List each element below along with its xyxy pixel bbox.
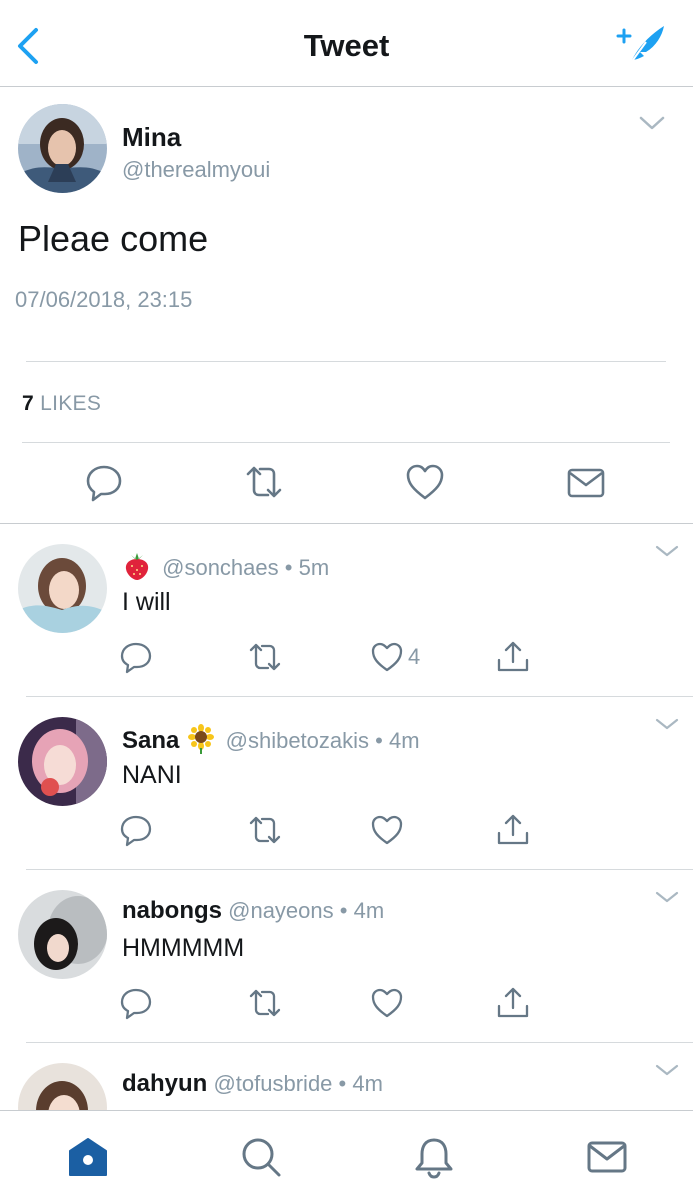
retweet-icon[interactable] <box>244 462 284 502</box>
separator-dot: • <box>339 898 348 923</box>
separator-dot: • <box>284 555 293 580</box>
tweet-text: Pleae come <box>18 218 209 259</box>
tweet-timestamp: 07/06/2018, 23:15 <box>15 287 193 312</box>
compose-tweet-icon[interactable] <box>612 20 668 68</box>
search-icon[interactable] <box>239 1135 283 1179</box>
retweet-icon[interactable] <box>248 986 282 1020</box>
author-handle[interactable]: @therealmyoui <box>122 157 270 183</box>
reply-time: 5m <box>298 555 330 580</box>
reply-text: NANI <box>122 761 182 789</box>
heart-icon[interactable] <box>370 813 404 847</box>
heart-icon[interactable] <box>405 462 445 502</box>
home-icon[interactable] <box>66 1135 110 1179</box>
reply-icon[interactable] <box>119 986 153 1020</box>
retweet-icon[interactable] <box>248 640 282 674</box>
strawberry-icon <box>125 553 149 580</box>
reply-author-handle[interactable]: @sonchaes <box>162 555 279 580</box>
likes-label: LIKES <box>40 392 102 415</box>
avatar[interactable] <box>18 717 107 806</box>
notifications-icon[interactable] <box>412 1135 456 1179</box>
share-icon[interactable] <box>496 640 530 674</box>
share-icon[interactable] <box>496 813 530 847</box>
separator-dot: • <box>338 1071 347 1096</box>
heart-icon[interactable] <box>370 640 404 674</box>
page-title: Tweet <box>303 28 390 63</box>
reply-time: 4m <box>388 728 420 753</box>
chevron-down-icon[interactable] <box>638 114 666 132</box>
like-count: 4 <box>408 644 421 669</box>
reply-tweet[interactable]: @sonchaes • 5m I will 4 <box>0 524 693 697</box>
avatar[interactable] <box>18 544 107 633</box>
reply-author-name[interactable]: Sana <box>122 727 179 754</box>
reply-icon[interactable] <box>84 462 124 502</box>
reply-author-name[interactable]: dahyun <box>122 1070 207 1097</box>
divider <box>26 361 666 362</box>
likes-count: 7 <box>22 392 34 415</box>
messages-icon[interactable] <box>585 1135 629 1179</box>
reply-author-handle[interactable]: @nayeons <box>228 898 334 923</box>
tweet-actions <box>0 462 693 506</box>
reply-text: HMMMMM <box>122 934 245 962</box>
retweet-icon[interactable] <box>248 813 282 847</box>
reply-tweet[interactable]: nabongs @nayeons • 4m HMMMMM <box>0 870 693 1043</box>
reply-author-handle[interactable]: @tofusbride <box>213 1071 332 1096</box>
reply-author-handle[interactable]: @shibetozakis <box>226 728 369 753</box>
direct-message-icon[interactable] <box>566 462 606 502</box>
reply-author-name[interactable]: nabongs <box>122 897 222 924</box>
chevron-down-icon[interactable] <box>654 1063 680 1077</box>
likes-summary[interactable]: 7 LIKES <box>22 392 101 416</box>
chevron-down-icon[interactable] <box>654 890 680 904</box>
sunflower-icon <box>187 724 214 754</box>
reply-time: 4m <box>353 898 385 923</box>
heart-icon[interactable] <box>370 986 404 1020</box>
avatar[interactable] <box>18 104 107 193</box>
chevron-down-icon[interactable] <box>654 544 680 558</box>
reply-icon[interactable] <box>119 640 153 674</box>
avatar[interactable] <box>18 890 107 979</box>
reply-icon[interactable] <box>119 813 153 847</box>
divider <box>22 442 670 443</box>
reply-time: 4m <box>352 1071 383 1096</box>
reply-text: I will <box>122 588 171 616</box>
separator-dot: • <box>375 728 383 753</box>
tab-bar <box>0 1110 693 1200</box>
top-bar: Tweet <box>0 0 693 87</box>
author-name[interactable]: Mina <box>122 122 181 153</box>
share-icon[interactable] <box>496 986 530 1020</box>
reply-tweet[interactable]: Sana @shibetozakis • 4m NANI <box>0 697 693 870</box>
chevron-down-icon[interactable] <box>654 717 680 731</box>
